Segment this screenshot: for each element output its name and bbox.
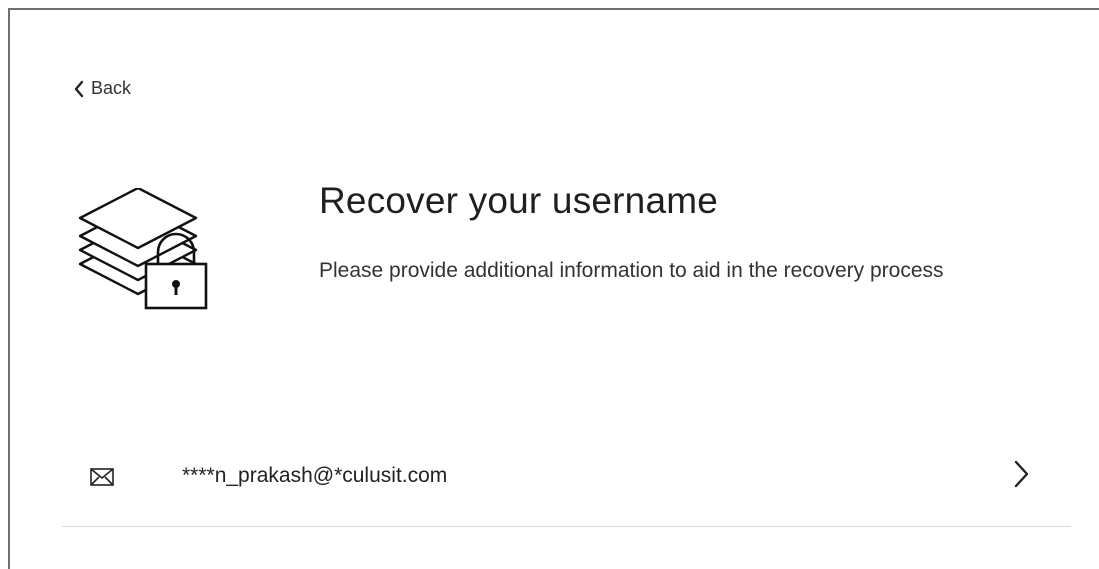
page-title: Recover your username bbox=[319, 180, 719, 221]
chevron-right-icon[interactable] bbox=[1013, 458, 1029, 495]
email-recovery-option[interactable]: ****n_prakash@*culusit.com bbox=[62, 438, 1071, 527]
recovery-panel: Back Recover your username Please provid… bbox=[8, 8, 1099, 569]
mail-icon bbox=[90, 468, 114, 491]
back-link[interactable]: Back bbox=[73, 78, 131, 99]
back-label: Back bbox=[91, 78, 132, 98]
stacked-documents-lock-icon bbox=[76, 186, 216, 313]
chevron-left-icon bbox=[73, 80, 85, 98]
page-subtitle: Please provide additional information to… bbox=[319, 259, 944, 282]
masked-email-label: ****n_prakash@*culusit.com bbox=[182, 464, 448, 487]
